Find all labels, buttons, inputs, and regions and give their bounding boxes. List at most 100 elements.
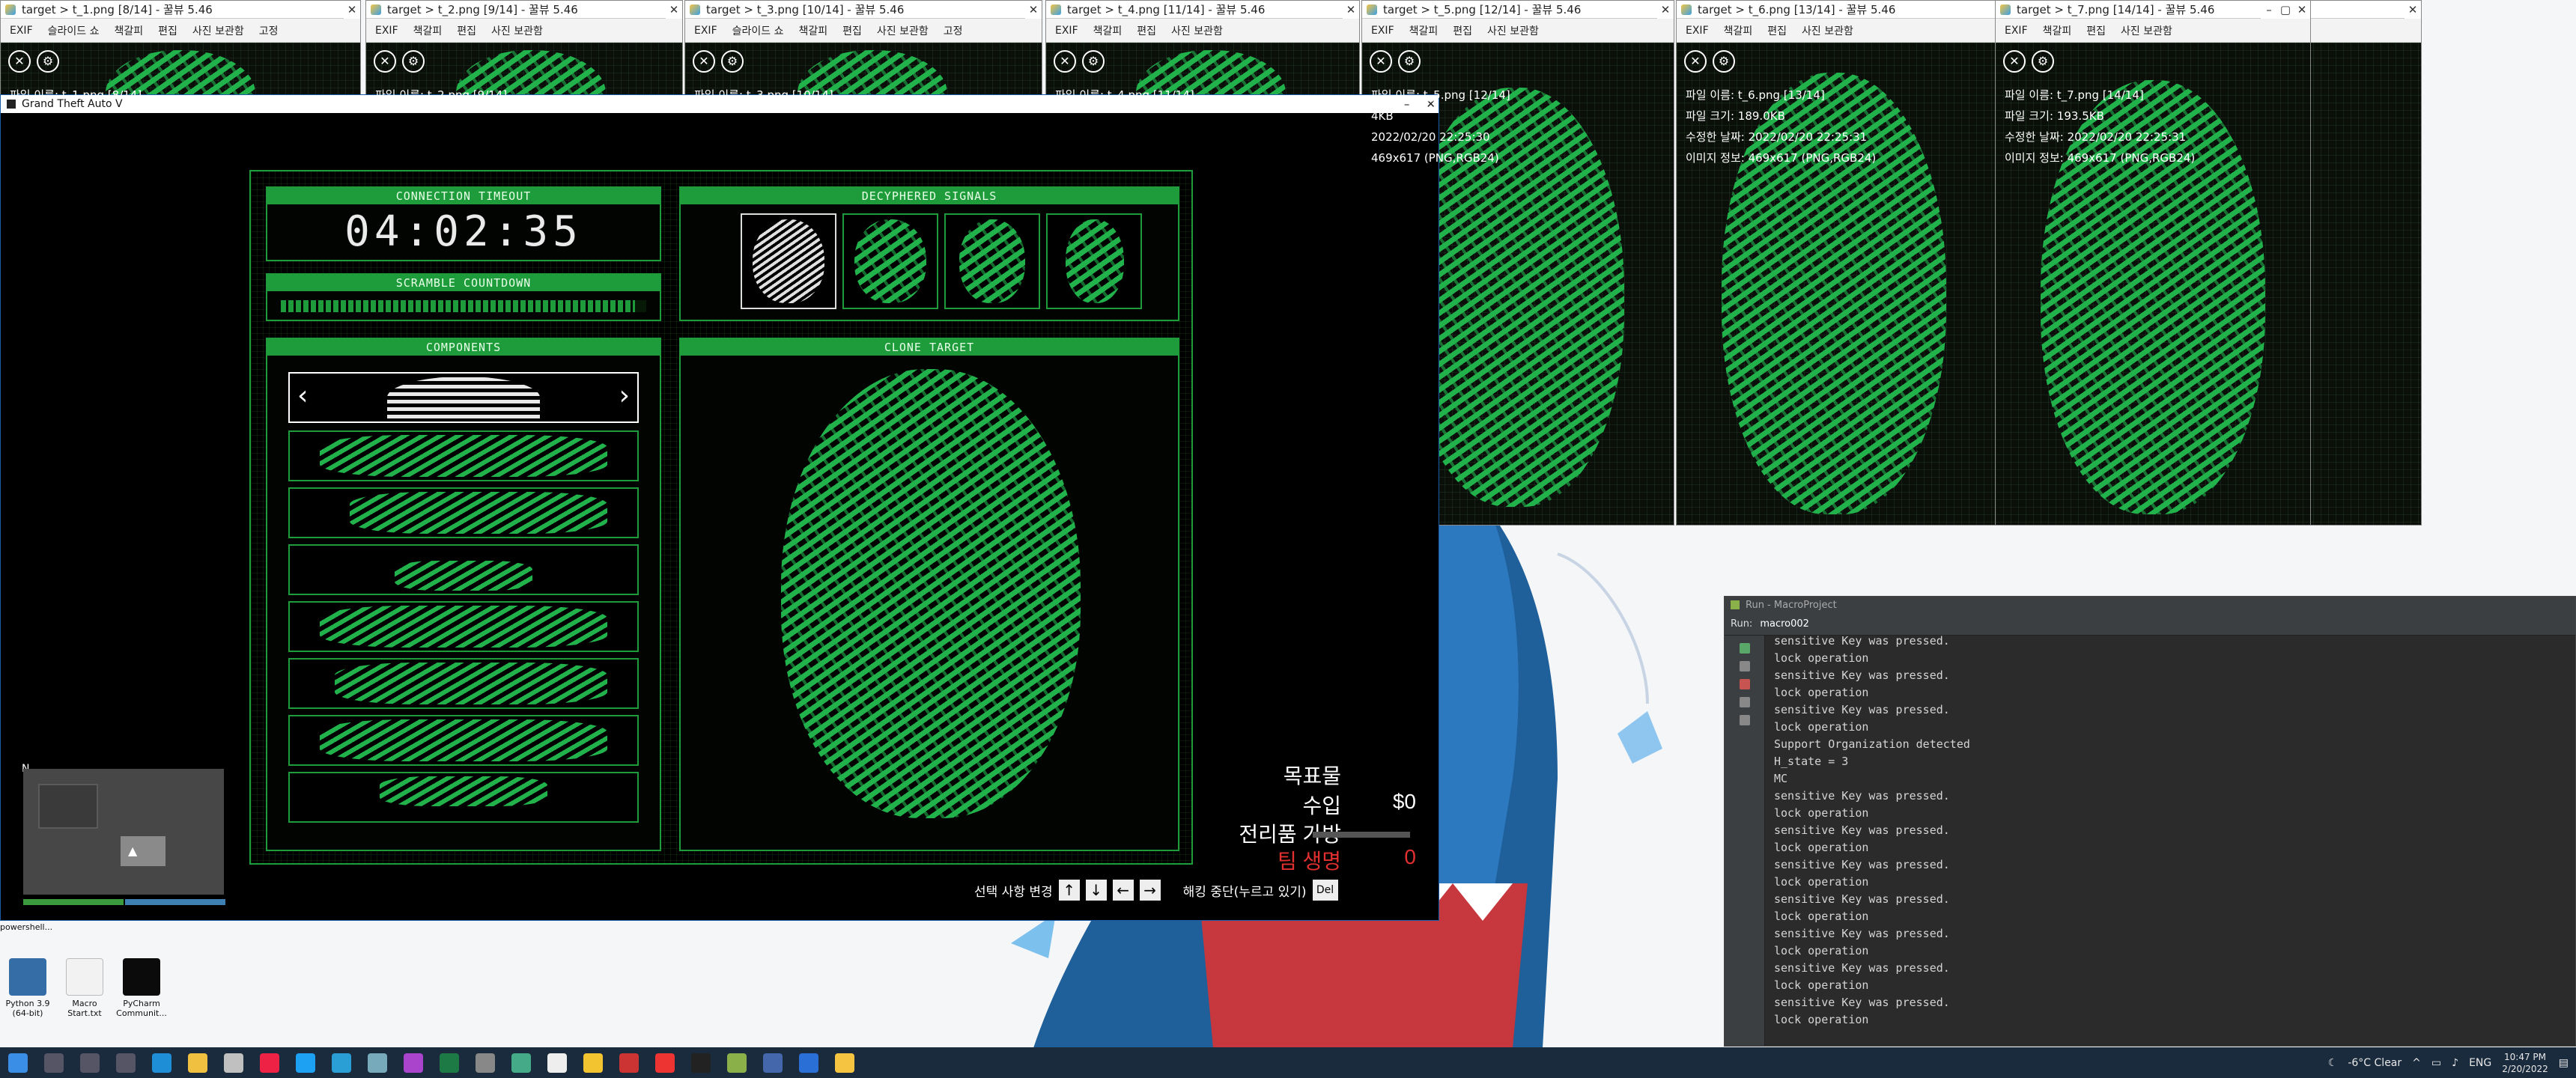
volume-icon[interactable]: ♪	[2452, 1057, 2458, 1069]
component-row-selected[interactable]: ‹ ›	[288, 372, 639, 423]
menu-edit[interactable]: 편집	[2086, 23, 2106, 38]
file-explorer-icon[interactable]	[188, 1053, 207, 1073]
menu-edit[interactable]: 편집	[1453, 23, 1472, 38]
menu-exif[interactable]: EXIF	[694, 25, 717, 37]
close-icon[interactable]: ✕	[2294, 1, 2310, 19]
chevron-left-icon[interactable]: ‹	[297, 381, 308, 411]
app-icon[interactable]	[476, 1053, 495, 1073]
menu-bookmark[interactable]: 책갈피	[1724, 23, 1753, 38]
settings-icon[interactable]: ⚙	[1398, 50, 1421, 73]
run-titlebar[interactable]: Run - MacroProject	[1725, 597, 2575, 613]
image-viewer-window[interactable]: target > t_4.png [11/14] - 꿀뷰 5.46 ✕ EXIF…	[1045, 0, 1360, 97]
menu-bookmark[interactable]: 책갈피	[1409, 23, 1439, 38]
app-icon[interactable]	[224, 1053, 243, 1073]
component-row[interactable]	[288, 487, 639, 538]
maximize-icon[interactable]: ▢	[2277, 1, 2294, 19]
menu-bookmark[interactable]: 책갈피	[2043, 23, 2072, 38]
menu-pin[interactable]: 고정	[944, 23, 963, 38]
task-view-icon[interactable]	[116, 1053, 136, 1073]
layout-icon[interactable]	[1739, 697, 1750, 707]
honeyview-icon[interactable]	[835, 1053, 854, 1073]
edge-icon[interactable]	[152, 1053, 171, 1073]
desktop-icon-pycharm[interactable]: PyCharm Communit...	[115, 958, 168, 1018]
settings-icon[interactable]: ⚙	[1713, 50, 1735, 73]
menu-photo-album[interactable]: 사진 보관함	[1171, 23, 1223, 38]
pin-icon[interactable]	[1739, 715, 1750, 725]
notification-icon[interactable]: ▤	[2559, 1057, 2569, 1069]
menu-edit[interactable]: 편집	[1137, 23, 1156, 38]
gta-taskbar-icon[interactable]	[799, 1053, 818, 1073]
pycharm-run-window[interactable]: Run - MacroProject Run: macro002 sensiti…	[1724, 596, 2576, 1047]
settings-icon[interactable]: ⚙	[1082, 50, 1105, 73]
clock[interactable]: 10:47 PM 2/20/2022	[2502, 1051, 2548, 1075]
menu-bookmark[interactable]: 책갈피	[1093, 23, 1123, 38]
menu-pin[interactable]: 고정	[259, 23, 279, 38]
desktop-icon-python[interactable]: Python 3.9 (64-bit)	[1, 958, 54, 1018]
settings-icon[interactable]: ⚙	[2032, 50, 2054, 73]
chevron-up-icon[interactable]: ^	[2412, 1057, 2421, 1069]
weather-text[interactable]: -6°C Clear	[2348, 1057, 2402, 1069]
close-icon[interactable]: ✕	[2003, 50, 2026, 73]
menu-edit[interactable]: 편집	[158, 23, 177, 38]
close-icon[interactable]: ✕	[374, 50, 396, 73]
image-viewer-window[interactable]: target > t_1.png [8/14] - 꿀뷰 5.46 ✕ EXIF 슬…	[0, 0, 361, 97]
menu-exif[interactable]: EXIF	[1686, 25, 1709, 37]
close-icon[interactable]: ✕	[8, 50, 31, 73]
close-icon[interactable]: ✕	[693, 50, 715, 73]
close-icon[interactable]: ✕	[1370, 50, 1392, 73]
menu-edit[interactable]: 편집	[842, 23, 862, 38]
tab-macro002[interactable]: macro002	[1760, 618, 1809, 630]
image-viewer-window[interactable]: target > t_3.png [10/14] - 꿀뷰 5.46 ✕ EXIF…	[684, 0, 1042, 97]
app-icon[interactable]	[619, 1053, 639, 1073]
app-icon[interactable]	[404, 1053, 423, 1073]
menu-exif[interactable]: EXIF	[1371, 25, 1394, 37]
settings-icon[interactable]: ⚙	[721, 50, 744, 73]
stop-icon[interactable]	[1739, 679, 1750, 689]
pycharm-icon[interactable]	[727, 1053, 747, 1073]
excel-icon[interactable]	[440, 1053, 459, 1073]
menu-edit[interactable]: 편집	[1767, 23, 1787, 38]
desktop-icon-powershell[interactable]: powershell...	[0, 922, 52, 932]
settings-icon[interactable]: ⚙	[37, 50, 59, 73]
app-icon[interactable]	[583, 1053, 603, 1073]
cortana-icon[interactable]	[80, 1053, 100, 1073]
close-icon[interactable]: ✕	[666, 1, 682, 19]
app-icon[interactable]	[511, 1053, 531, 1073]
minimize-icon[interactable]: –	[2261, 1, 2277, 19]
app-icon[interactable]	[332, 1053, 351, 1073]
menu-photo-album[interactable]: 사진 보관함	[1487, 23, 1539, 38]
console-output[interactable]: sensitive Key was pressed. lock operation…	[1774, 633, 2575, 1046]
component-row[interactable]	[288, 715, 639, 766]
component-row[interactable]	[288, 430, 639, 481]
gta-titlebar[interactable]: Grand Theft Auto V	[1, 95, 1439, 113]
wrench-icon[interactable]	[1739, 661, 1750, 672]
image-viewer-window[interactable]: target > t_7.png [14/14] - 꿀뷰 5.46– ▢ ✕ EX…	[1995, 0, 2311, 526]
windows-start-icon[interactable]	[8, 1053, 28, 1073]
menu-exif[interactable]: EXIF	[375, 25, 398, 37]
chevron-right-icon[interactable]: ›	[619, 381, 630, 411]
app-icon[interactable]	[763, 1053, 783, 1073]
menu-slideshow[interactable]: 슬라이드 쇼	[48, 23, 100, 38]
menu-edit[interactable]: 편집	[457, 23, 476, 38]
settings-icon[interactable]: ⚙	[402, 50, 425, 73]
menu-bookmark[interactable]: 책갈피	[798, 23, 827, 38]
close-icon[interactable]: ✕	[344, 1, 360, 19]
close-icon[interactable]: ✕	[1343, 1, 1359, 19]
close-icon[interactable]: ✕	[1054, 50, 1076, 73]
image-viewer-window[interactable]: target > t_2.png [9/14] - 꿀뷰 5.46 ✕ EXIF 책…	[365, 0, 683, 97]
menu-photo-album[interactable]: 사진 보관함	[491, 23, 543, 38]
twitter-icon[interactable]	[296, 1053, 315, 1073]
gta-game-window[interactable]: Grand Theft Auto V – ✕ CONNECTION TIMEOUT…	[0, 94, 1439, 921]
rerun-icon[interactable]	[1739, 643, 1750, 654]
menu-photo-album[interactable]: 사진 보관함	[1802, 23, 1853, 38]
menu-photo-album[interactable]: 사진 보관함	[2121, 23, 2172, 38]
menu-exif[interactable]: EXIF	[2005, 25, 2028, 37]
component-row[interactable]	[288, 601, 639, 652]
language-indicator[interactable]: ENG	[2469, 1057, 2491, 1069]
component-row[interactable]	[288, 772, 639, 823]
desktop-icon-macro-start[interactable]: Macro Start.txt	[58, 958, 111, 1018]
menu-bookmark[interactable]: 책갈피	[114, 23, 143, 38]
menu-photo-album[interactable]: 사진 보관함	[877, 23, 929, 38]
menu-photo-album[interactable]: 사진 보관함	[192, 23, 244, 38]
close-icon[interactable]: ✕	[1684, 50, 1707, 73]
